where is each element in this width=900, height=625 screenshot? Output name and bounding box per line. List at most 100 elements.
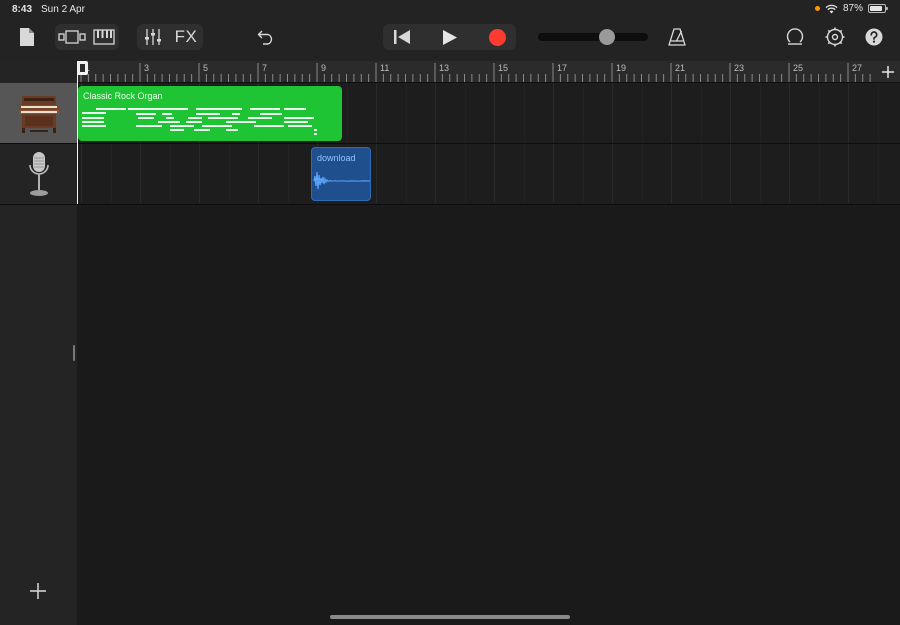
midi-note	[284, 117, 314, 119]
midi-note	[288, 125, 312, 127]
record-icon	[488, 28, 506, 46]
tempo-slider-knob[interactable]	[599, 29, 616, 45]
midi-note	[82, 112, 106, 114]
midi-note	[188, 117, 202, 119]
status-date: Sun 2 Apr	[41, 4, 85, 15]
battery-percent: 87%	[842, 3, 863, 14]
midi-note	[136, 113, 156, 115]
midi-note	[128, 108, 188, 110]
track-view-icon	[58, 30, 86, 44]
settings-button[interactable]	[822, 24, 848, 50]
midi-note	[136, 125, 162, 127]
midi-note	[196, 108, 242, 110]
midi-note	[314, 129, 317, 131]
midi-note	[166, 117, 174, 119]
midi-note	[232, 113, 240, 115]
ruler-ticks	[80, 63, 871, 82]
microphone-icon	[28, 152, 49, 196]
ruler-bar-label: 25	[793, 63, 804, 73]
mixer-icon	[145, 29, 161, 45]
track-header-organ[interactable]	[0, 83, 77, 143]
midi-note	[254, 125, 284, 127]
ruler-bar-label: 7	[262, 63, 268, 73]
midi-note	[314, 133, 317, 135]
ruler-bar-label: 17	[557, 63, 568, 73]
ruler-bar-label: 27	[852, 63, 863, 73]
audio-region[interactable]: download	[311, 147, 371, 201]
ruler-bar-label: 15	[498, 63, 509, 73]
loop-browser-icon	[786, 28, 804, 45]
mic-in-use-indicator-icon	[814, 6, 820, 11]
ruler-bar-label: 11	[380, 63, 390, 73]
ruler-bar-label: 3	[144, 63, 150, 73]
settings-icon	[825, 27, 845, 47]
status-right: 87%	[814, 3, 888, 14]
audio-waveform	[313, 171, 370, 190]
track-headers	[0, 61, 77, 625]
battery-fill	[870, 6, 883, 11]
go-to-beginning-icon	[394, 30, 410, 44]
help-button[interactable]	[861, 24, 887, 50]
midi-note	[138, 117, 154, 119]
my-songs-button[interactable]	[14, 24, 40, 50]
record-button[interactable]	[481, 24, 513, 50]
track-separator	[0, 143, 900, 144]
instrument-view-button[interactable]	[90, 24, 118, 50]
wifi-icon	[825, 4, 838, 13]
midi-note	[202, 125, 232, 127]
playhead-handle[interactable]	[77, 61, 88, 75]
playhead[interactable]	[77, 61, 78, 204]
midi-note	[170, 125, 194, 127]
help-icon	[865, 28, 883, 46]
tempo-slider[interactable]	[538, 29, 648, 45]
organ-icon	[18, 96, 59, 133]
toolbar: FX	[0, 20, 900, 61]
midi-note	[162, 113, 172, 115]
play-icon	[443, 29, 457, 45]
midi-note	[260, 113, 282, 115]
go-to-beginning-button[interactable]	[386, 24, 418, 50]
midi-note	[82, 121, 104, 123]
status-time: 8:43	[12, 4, 33, 15]
undo-icon	[257, 30, 273, 45]
track-controls-button[interactable]	[140, 24, 166, 50]
track-lane-microphone[interactable]	[77, 144, 900, 204]
midi-note	[250, 108, 280, 110]
ruler-bar-label: 19	[616, 63, 627, 73]
ruler-bar-label: 13	[439, 63, 450, 73]
tracks-view-button[interactable]	[56, 24, 88, 50]
keyboard-icon	[93, 29, 115, 45]
add-section-button[interactable]	[880, 64, 896, 80]
battery-icon	[868, 4, 888, 13]
timeline-ruler[interactable]: 13579111315171921232527	[77, 61, 900, 83]
home-indicator[interactable]	[330, 615, 570, 619]
midi-note	[96, 108, 126, 110]
midi-note	[82, 117, 104, 119]
track-header-microphone[interactable]	[0, 144, 77, 204]
tracks-area[interactable]: Classic Rock Organ download	[77, 83, 900, 625]
ruler-bar-label: 23	[734, 63, 745, 73]
ruler-bar-label: 5	[203, 63, 209, 73]
undo-button[interactable]	[253, 24, 279, 50]
document-icon	[20, 28, 34, 46]
ruler-bar-label: 21	[675, 63, 686, 73]
add-track-button[interactable]	[27, 580, 49, 602]
play-button[interactable]	[434, 24, 466, 50]
midi-note	[186, 121, 202, 123]
track-separator	[0, 204, 900, 205]
midi-note	[248, 117, 272, 119]
midi-note	[284, 121, 308, 123]
midi-note	[158, 121, 180, 123]
midi-region[interactable]: Classic Rock Organ	[78, 86, 342, 141]
header-resize-handle[interactable]	[73, 345, 75, 361]
metronome-button[interactable]	[665, 24, 689, 50]
midi-note	[226, 129, 238, 131]
midi-note	[194, 129, 210, 131]
status-bar: 8:43 Sun 2 Apr 87%	[0, 0, 900, 20]
fx-button[interactable]: FX	[171, 24, 201, 50]
metronome-icon	[668, 28, 686, 46]
midi-note	[226, 121, 256, 123]
loop-browser-button[interactable]	[782, 24, 808, 50]
midi-note	[208, 117, 238, 119]
ruler-bar-label: 9	[321, 63, 327, 73]
